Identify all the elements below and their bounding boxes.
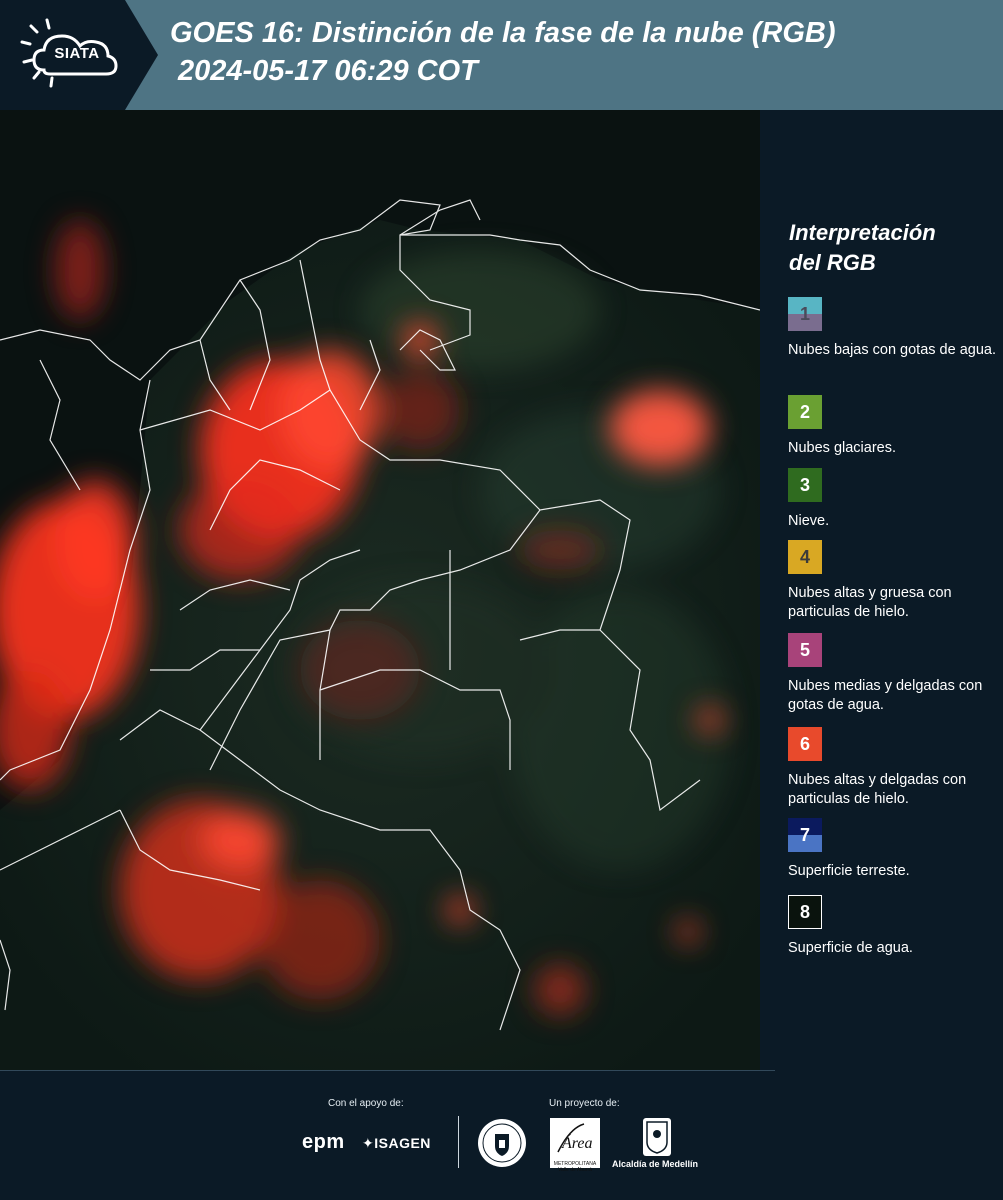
legend-number-2: 2	[799, 402, 810, 422]
page-title: GOES 16: Distinción de la fase de la nub…	[170, 14, 836, 90]
legend-number-4: 4	[799, 547, 810, 567]
isagen-star-icon: ✦	[362, 1135, 375, 1151]
legend-swatch-2: 2	[788, 395, 822, 429]
alcaldia-label: Alcaldía de Medellín	[612, 1159, 699, 1169]
satellite-map[interactable]	[0, 110, 760, 1070]
legend-label-8: Superficie de agua.	[788, 940, 913, 956]
legend-label-6: Nubes altas y delgadas con particulas de…	[788, 772, 967, 807]
legend-item-2: 2 Nubes glaciares.	[788, 395, 1000, 458]
legend-item-1: 1 Nubes bajas con gotas de agua.	[788, 297, 1000, 360]
legend-label-4: Nubes altas y gruesa con particulas de h…	[788, 585, 952, 620]
amva-text: Área	[561, 1133, 593, 1152]
isagen-label: ISAGEN	[374, 1135, 431, 1151]
legend-swatch-1: 1	[788, 297, 822, 331]
alcaldia-shield-graphic	[646, 1121, 668, 1154]
isagen-logo[interactable]: ✦ISAGEN	[362, 1135, 431, 1152]
legend-swatch-6: 6	[788, 727, 822, 761]
legend-item-7: 7 Superficie terreste.	[788, 818, 1000, 881]
support-label: Con el apoyo de:	[328, 1098, 404, 1109]
legend-number-1: 1	[799, 304, 810, 324]
legend-title-line2: del RGB	[789, 250, 876, 275]
alcaldia-shield-icon[interactable]	[643, 1118, 671, 1156]
amva-subtitle: METROPOLITANA Valle de Aburrá	[553, 1161, 597, 1173]
university-seal-icon[interactable]	[477, 1118, 527, 1168]
legend-label-1: Nubes bajas con gotas de agua.	[788, 342, 996, 358]
legend-number-8: 8	[799, 902, 810, 922]
legend-number-6: 6	[799, 734, 810, 754]
legend-swatch-5: 5	[788, 633, 822, 667]
legend-item-5: 5 Nubes medias y delgadas con gotas de a…	[788, 633, 1000, 715]
legend-title: Interpretación del RGB	[789, 218, 999, 278]
legend-number-5: 5	[799, 640, 810, 660]
legend-panel: Interpretación del RGB 1 Nubes bajas con…	[760, 110, 1003, 1070]
legend-swatch-3: 3	[788, 468, 822, 502]
legend-label-3: Nieve.	[788, 513, 830, 529]
legend-swatch-4: 4	[788, 540, 822, 574]
legend-title-line1: Interpretación	[789, 220, 936, 245]
header: SIATA GOES 16: Distinción de la fase de …	[0, 0, 1003, 110]
legend-label-2: Nubes glaciares.	[788, 440, 896, 456]
legend-item-4: 4 Nubes altas y gruesa con particulas de…	[788, 540, 1000, 622]
footer: Con el apoyo de: Un proyecto de: epm ✦IS…	[0, 1070, 1003, 1200]
title-product: GOES 16: Distinción de la fase de la nub…	[170, 17, 836, 49]
legend-label-5: Nubes medias y delgadas con gotas de agu…	[788, 678, 983, 713]
epm-logo[interactable]: epm	[302, 1131, 345, 1154]
legend-label-7: Superficie terreste.	[788, 863, 910, 879]
title-timestamp: 2024-05-17 06:29 COT	[178, 55, 478, 87]
logo-divider	[458, 1116, 459, 1168]
project-label: Un proyecto de:	[549, 1098, 620, 1109]
logo-label: SIATA	[54, 45, 100, 62]
legend-item-6: 6 Nubes altas y delgadas con particulas …	[788, 727, 1000, 809]
legend-swatch-8: 8	[788, 895, 822, 929]
amva-mark-icon: Área	[557, 1123, 593, 1153]
footer-divider-line	[0, 1070, 775, 1071]
siata-logo[interactable]: SIATA	[0, 0, 158, 110]
map-graphic	[0, 110, 760, 1070]
legend-item-8: 8 Superficie de agua.	[788, 895, 1000, 958]
legend-number-3: 3	[799, 475, 810, 495]
legend-number-7: 7	[799, 825, 810, 845]
legend-item-3: 3 Nieve.	[788, 468, 1000, 531]
legend-swatch-7: 7	[788, 818, 822, 852]
